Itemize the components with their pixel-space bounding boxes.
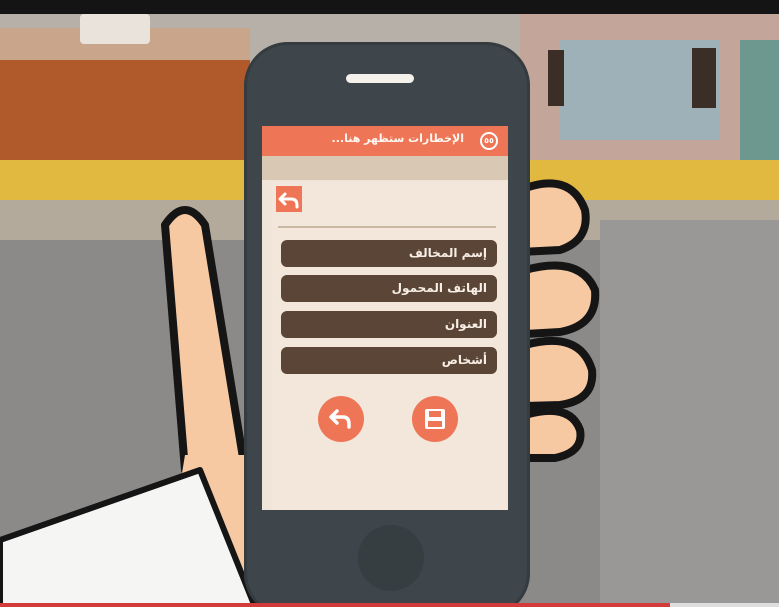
- address-field[interactable]: العنوان: [281, 311, 497, 338]
- notification-bar[interactable]: الإخطارات ستظهر هنا... ٥٥: [262, 126, 508, 156]
- notification-text: الإخطارات ستظهر هنا...: [331, 132, 464, 145]
- floppy-disk-save-icon: [425, 409, 445, 429]
- undo-arrow-icon: [278, 192, 299, 209]
- app-logo-badge: ٥٥: [480, 132, 498, 150]
- top-back-button[interactable]: [276, 186, 302, 212]
- save-button[interactable]: [412, 396, 458, 442]
- header-strip: [262, 156, 508, 180]
- phone-speaker: [346, 74, 414, 83]
- form-panel: [272, 182, 506, 510]
- home-button[interactable]: [358, 525, 424, 591]
- phone-screen: الإخطارات ستظهر هنا... ٥٥ إسم المخالف ال…: [262, 126, 508, 510]
- divider: [278, 226, 496, 228]
- back-button[interactable]: [318, 396, 364, 442]
- video-frame: الإخطارات ستظهر هنا... ٥٥ إسم المخالف ال…: [0, 0, 779, 607]
- violator-name-field[interactable]: إسم المخالف: [281, 240, 497, 267]
- mobile-phone-field[interactable]: الهاتف المحمول: [281, 275, 497, 302]
- undo-arrow-icon: [329, 409, 351, 429]
- persons-field[interactable]: أشخاص: [281, 347, 497, 374]
- video-progress-fill: [0, 603, 670, 607]
